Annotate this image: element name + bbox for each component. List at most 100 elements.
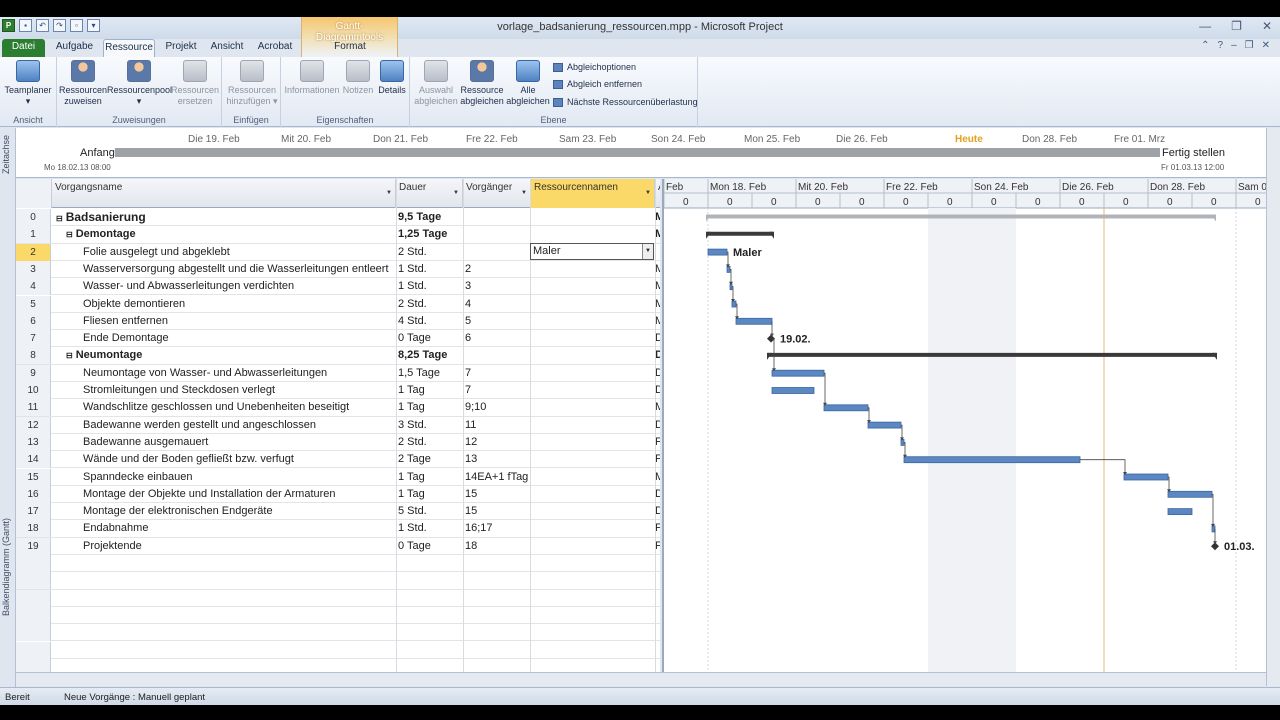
row-id[interactable]: 0 (16, 209, 51, 226)
tab-aufgabe[interactable]: Aufgabe (52, 39, 97, 57)
task-name[interactable]: Stromleitungen und Steckdosen verlegt (52, 382, 395, 399)
empty-row[interactable] (16, 572, 660, 590)
row-id[interactable]: 2 (16, 243, 51, 261)
table-row[interactable]: 14 Wände und der Boden gefließt bzw. verf… (16, 451, 660, 469)
task-name[interactable]: ⊟ Neumontage (52, 347, 395, 364)
ressource-abgleichen-button[interactable]: Ressource abgleichen (459, 60, 505, 107)
tab-ansicht[interactable]: Ansicht (207, 39, 247, 57)
task-predecessors[interactable]: 7 (463, 365, 529, 382)
gantt-chart[interactable]: Feb Mon 18. Feb Mit 20. Feb Fre 22. Feb Son … (662, 179, 1266, 672)
row-id[interactable]: 11 (16, 399, 51, 417)
task-predecessors[interactable]: 18 (463, 538, 529, 555)
empty-row[interactable] (16, 624, 660, 642)
ressourcen-zuweisen-button[interactable]: Ressourcen zuweisen (59, 60, 107, 107)
notizen-button[interactable]: Notizen (341, 60, 375, 96)
row-id[interactable]: 12 (16, 416, 51, 434)
task-duration[interactable]: 0 Tage (396, 538, 462, 555)
row-id[interactable]: 8 (16, 347, 51, 365)
doc-close-icon[interactable]: ✕ (1262, 40, 1270, 51)
task-duration[interactable]: 1,25 Tage (396, 226, 462, 243)
help-icon[interactable]: ? (1218, 40, 1224, 51)
task-name[interactable]: Wasserversorgung abgestellt und die Wass… (52, 261, 395, 278)
filter-dropdown-icon[interactable]: ▼ (645, 190, 651, 196)
gantt-view-label[interactable]: Balkendiagramm (Gantt) (1, 518, 11, 616)
task-duration[interactable]: 2 Std. (396, 244, 462, 261)
task-duration[interactable]: 1,5 Tage (396, 365, 462, 382)
task-resources[interactable] (531, 399, 654, 416)
task-name[interactable]: Folie ausgelegt und abgeklebt (52, 244, 395, 261)
table-row[interactable]: 13 Badewanne ausgemauert 2 Std. 12 F (16, 433, 660, 452)
task-resources[interactable] (531, 347, 654, 364)
task-name[interactable]: Montage der elektronischen Endgeräte (52, 503, 395, 520)
task-name[interactable]: Montage der Objekte und Installation der… (52, 486, 395, 503)
collapse-icon[interactable]: ⊟ (66, 351, 73, 360)
task-resources[interactable] (531, 261, 654, 278)
task-name[interactable]: Wände und der Boden gefließt bzw. verfug… (52, 451, 395, 468)
empty-row[interactable] (16, 658, 660, 672)
collapse-icon[interactable]: ⊟ (66, 230, 73, 239)
row-id[interactable]: 1 (16, 226, 51, 244)
task-resources[interactable] (531, 382, 654, 399)
task-name[interactable]: Wandschlitze geschlossen und Unebenheite… (52, 399, 395, 416)
table-row[interactable]: 9 Neumontage von Wasser- und Abwasserleit… (16, 364, 660, 382)
row-id[interactable]: 15 (16, 468, 51, 486)
task-resources[interactable] (531, 503, 654, 520)
task-resources[interactable] (531, 486, 654, 503)
task-name[interactable]: ⊟ Demontage (52, 226, 395, 243)
select-all-corner[interactable] (16, 179, 52, 208)
doc-minimize-icon[interactable]: – (1231, 40, 1237, 51)
task-resources[interactable] (531, 296, 654, 313)
row-id[interactable]: 5 (16, 295, 51, 313)
row-id[interactable]: 10 (16, 382, 51, 399)
task-name[interactable]: Badewanne werden gestellt und angeschlos… (52, 417, 395, 434)
table-row[interactable]: 1 ⊟ Demontage 1,25 Tage M (16, 226, 660, 244)
task-resources[interactable] (531, 313, 654, 330)
table-row[interactable]: 5 Objekte demontieren 2 Std. 4 M (16, 295, 660, 313)
task-predecessors[interactable]: 4 (463, 296, 529, 313)
table-row[interactable]: 15 Spanndecke einbauen 1 Tag 14EA+1 fTag M (16, 468, 660, 486)
empty-row[interactable] (16, 606, 660, 625)
doc-restore-icon[interactable]: ❐ (1245, 40, 1254, 51)
informationen-button[interactable]: Informationen (283, 60, 341, 96)
task-duration[interactable]: 1 Tag (396, 382, 462, 399)
collapse-icon[interactable]: ⊟ (56, 214, 63, 223)
table-row[interactable]: 12 Badewanne werden gestellt und angeschl… (16, 416, 660, 434)
task-duration[interactable]: 2 Std. (396, 296, 462, 313)
teamplaner-button[interactable]: Teamplaner ▾ (3, 60, 53, 107)
task-duration[interactable]: 1 Std. (396, 278, 462, 295)
task-duration[interactable]: 1 Tag (396, 469, 462, 486)
timeline-view-label[interactable]: Zeitachse (1, 135, 11, 174)
new-tasks-mode[interactable]: Neue Vorgänge : Manuell geplant (64, 692, 205, 703)
table-row[interactable]: 17 Montage der elektronischen Endgeräte 5 … (16, 503, 660, 521)
row-id[interactable]: 4 (16, 278, 51, 296)
naechste-ueberlastung-button[interactable]: Nächste Ressourcenüberlastung (553, 97, 698, 107)
details-button[interactable]: Details (375, 60, 409, 96)
tab-ressource[interactable]: Ressource (103, 39, 155, 57)
task-predecessors[interactable]: 3 (463, 278, 529, 295)
task-resources[interactable] (531, 278, 654, 295)
task-predecessors[interactable]: 15 (463, 486, 529, 503)
editor-dropdown-icon[interactable]: ▼ (642, 244, 653, 259)
table-row[interactable]: 8 ⊟ Neumontage 8,25 Tage D (16, 347, 660, 365)
task-name[interactable]: Wasser- und Abwasserleitungen verdichten (52, 278, 395, 295)
task-duration[interactable]: 1 Std. (396, 261, 462, 278)
row-id[interactable]: 6 (16, 312, 51, 330)
task-name[interactable]: ⊟ Badsanierung (52, 209, 395, 226)
minimize-icon[interactable]: — (1199, 19, 1211, 33)
table-row[interactable]: 10 Stromleitungen und Steckdosen verlegt 1… (16, 382, 660, 400)
task-name[interactable]: Spanndecke einbauen (52, 469, 395, 486)
task-duration[interactable]: 5 Std. (396, 503, 462, 520)
tab-projekt[interactable]: Projekt (162, 39, 200, 57)
column-header-name[interactable]: Vorgangsname ▼ (52, 179, 396, 208)
close-icon[interactable]: ✕ (1262, 19, 1272, 33)
table-row[interactable]: 3 Wasserversorgung abgestellt und die Was… (16, 260, 660, 279)
vertical-scrollbar[interactable] (1266, 128, 1280, 686)
task-predecessors[interactable] (463, 226, 529, 243)
filter-dropdown-icon[interactable]: ▼ (386, 190, 392, 196)
tab-datei[interactable]: Datei (2, 39, 45, 57)
task-duration[interactable]: 1 Std. (396, 520, 462, 537)
alle-abgleichen-button[interactable]: Alle abgleichen (505, 60, 551, 107)
task-resources[interactable] (531, 451, 654, 468)
task-resources[interactable] (531, 520, 654, 537)
row-id[interactable]: 9 (16, 364, 51, 382)
